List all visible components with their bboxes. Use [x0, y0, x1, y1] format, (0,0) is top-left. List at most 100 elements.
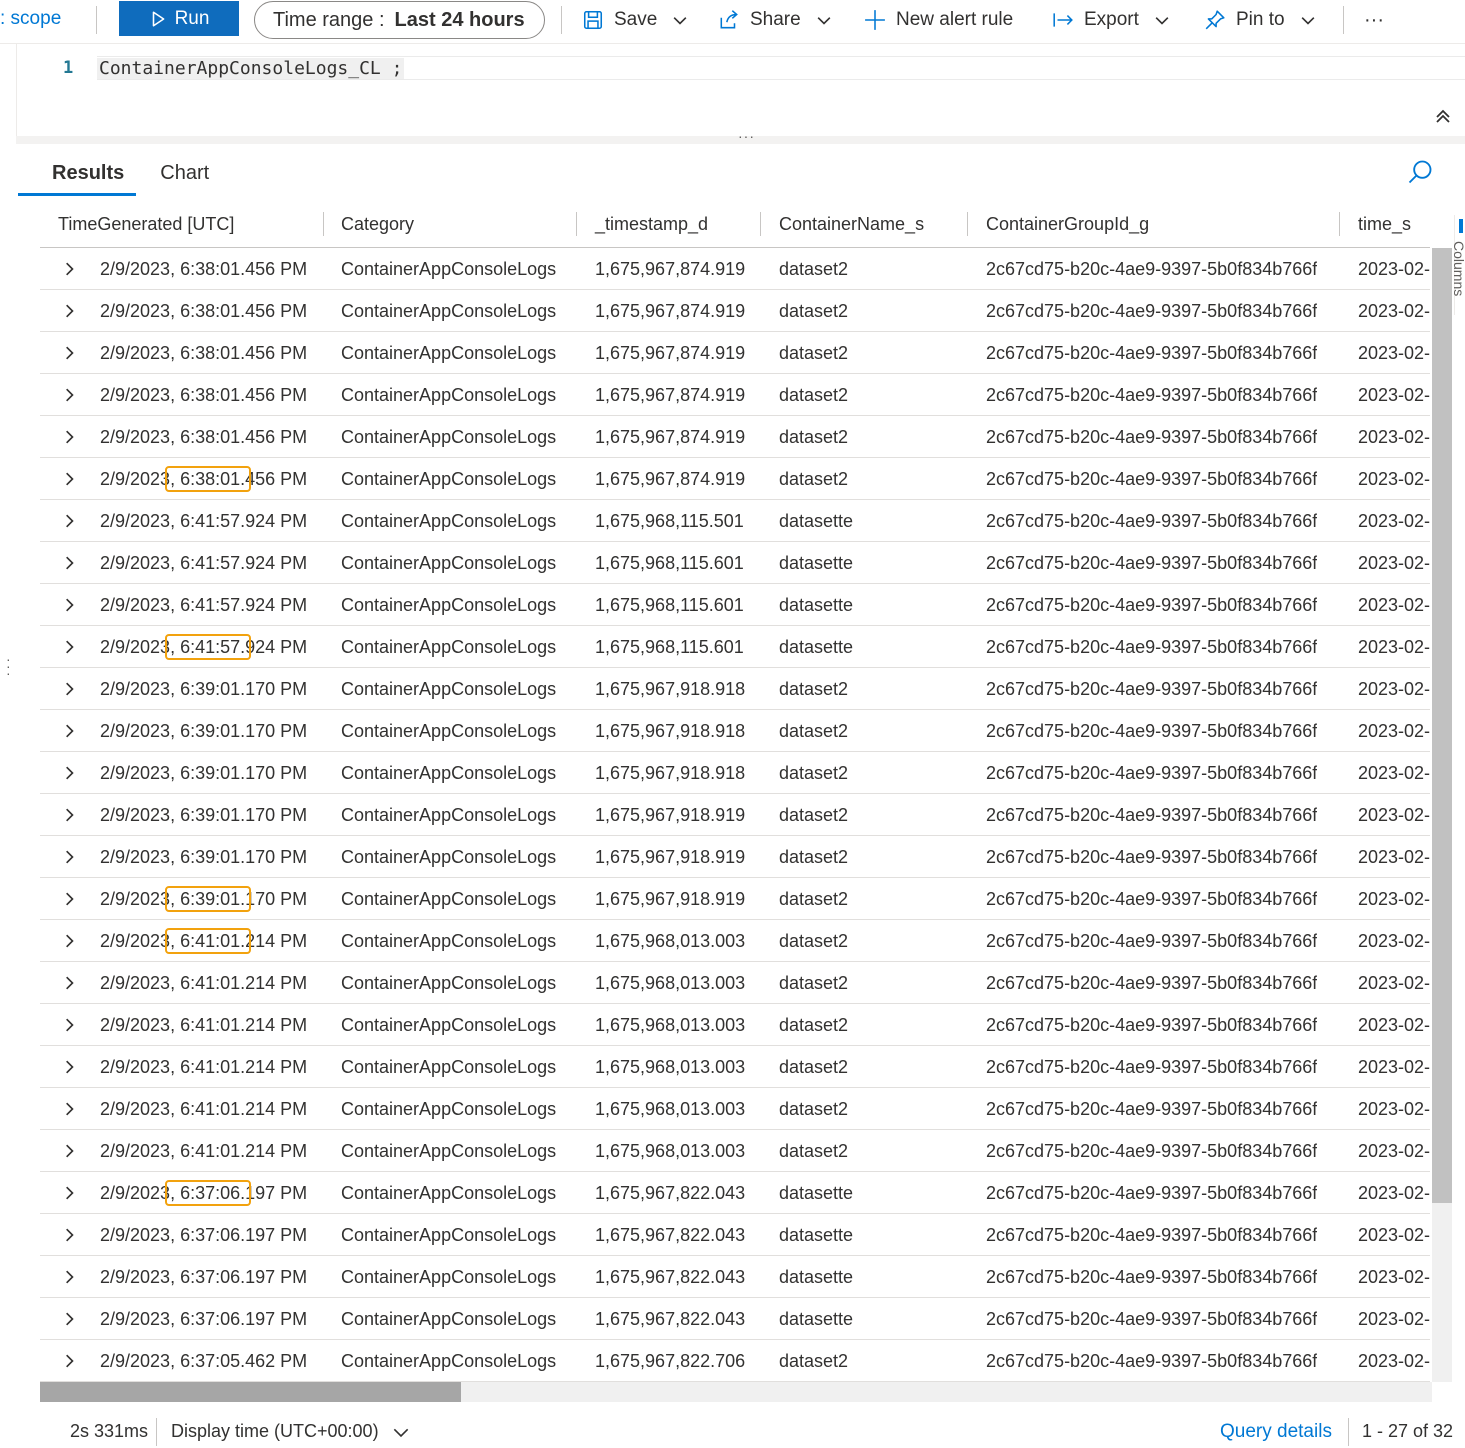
table-row[interactable]: 2/9/2023, 6:38:01.456 PM ContainerAppCons…: [40, 458, 1430, 500]
cell-containername: dataset2: [779, 469, 849, 489]
column-resizer[interactable]: [576, 212, 577, 236]
chevron-right-icon[interactable]: [62, 892, 76, 906]
table-row[interactable]: 2/9/2023, 6:37:06.197 PM ContainerAppCons…: [40, 1214, 1430, 1256]
column-resizer[interactable]: [1339, 212, 1340, 236]
table-row[interactable]: 2/9/2023, 6:41:01.214 PM ContainerAppCons…: [40, 962, 1430, 1004]
chevron-right-icon[interactable]: [62, 766, 76, 780]
table-row[interactable]: 2/9/2023, 6:39:01.170 PM ContainerAppCons…: [40, 668, 1430, 710]
more-actions-button[interactable]: ···: [1364, 4, 1384, 36]
run-button[interactable]: Run: [119, 1, 239, 36]
table-row[interactable]: 2/9/2023, 6:41:01.214 PM ContainerAppCons…: [40, 1130, 1430, 1172]
query-text[interactable]: ContainerAppConsoleLogs_CL ;: [97, 58, 405, 79]
vertical-scrollbar[interactable]: [1432, 248, 1452, 1382]
chevron-right-icon[interactable]: [62, 514, 76, 528]
table-row[interactable]: 2/9/2023, 6:41:01.214 PM ContainerAppCons…: [40, 1004, 1430, 1046]
chevron-right-icon[interactable]: [62, 1018, 76, 1032]
table-row[interactable]: 2/9/2023, 6:38:01.456 PM ContainerAppCons…: [40, 332, 1430, 374]
chevron-right-icon[interactable]: [62, 304, 76, 318]
table-row[interactable]: 2/9/2023, 6:37:06.197 PM ContainerAppCons…: [40, 1256, 1430, 1298]
chevron-right-icon[interactable]: [62, 1102, 76, 1116]
horizontal-scrollbar[interactable]: [40, 1382, 1432, 1402]
table-row[interactable]: 2/9/2023, 6:41:57.924 PM ContainerAppCons…: [40, 626, 1430, 668]
vertical-scroll-thumb[interactable]: [1432, 248, 1452, 1203]
splitter-handle[interactable]: ···: [738, 128, 755, 144]
pin-to-button[interactable]: Pin to: [1204, 4, 1315, 36]
chevron-right-icon[interactable]: [62, 346, 76, 360]
cell-containergroupid: 2c67cd75-b20c-4ae9-9397-5b0f834b766f: [986, 763, 1318, 783]
chevron-right-icon[interactable]: [62, 1060, 76, 1074]
chevron-right-icon[interactable]: [62, 598, 76, 612]
column-resizer[interactable]: [967, 212, 968, 236]
column-resizer[interactable]: [760, 212, 761, 236]
chevron-right-icon[interactable]: [62, 430, 76, 444]
chevron-right-icon[interactable]: [62, 640, 76, 654]
table-row[interactable]: 2/9/2023, 6:37:06.197 PM ContainerAppCons…: [40, 1172, 1430, 1214]
cell-containername: dataset2: [779, 427, 849, 447]
cell-time-s: 2023-02-: [1358, 1057, 1430, 1077]
table-row[interactable]: 2/9/2023, 6:41:01.214 PM ContainerAppCons…: [40, 1088, 1430, 1130]
side-panel-handle[interactable]: · · ·: [6, 652, 11, 680]
chevron-right-icon[interactable]: [62, 388, 76, 402]
chevron-right-icon[interactable]: [62, 1354, 76, 1368]
cell-category: ContainerAppConsoleLogs: [341, 721, 557, 741]
save-button[interactable]: Save: [582, 4, 687, 36]
table-row[interactable]: 2/9/2023, 6:39:01.170 PM ContainerAppCons…: [40, 836, 1430, 878]
cell-timestamp: 1,675,968,013.003: [595, 1141, 746, 1161]
export-button[interactable]: Export: [1052, 4, 1169, 36]
query-editor[interactable]: 1 ContainerAppConsoleLogs_CL ;: [16, 44, 1465, 136]
table-row[interactable]: 2/9/2023, 6:39:01.170 PM ContainerAppCons…: [40, 710, 1430, 752]
chevron-right-icon[interactable]: [62, 1144, 76, 1158]
table-row[interactable]: 2/9/2023, 6:38:01.456 PM ContainerAppCons…: [40, 248, 1430, 290]
chevron-right-icon[interactable]: [62, 976, 76, 990]
column-header-time-s[interactable]: time_s: [1358, 200, 1411, 248]
chevron-right-icon[interactable]: [62, 1186, 76, 1200]
collapse-up-icon[interactable]: [1433, 106, 1453, 126]
new-alert-rule-button[interactable]: New alert rule: [864, 4, 1013, 36]
query-details-link[interactable]: Query details: [1220, 1421, 1332, 1443]
chevron-right-icon[interactable]: [62, 556, 76, 570]
chevron-right-icon[interactable]: [62, 262, 76, 276]
table-row[interactable]: 2/9/2023, 6:38:01.456 PM ContainerAppCons…: [40, 416, 1430, 458]
chevron-right-icon[interactable]: [62, 682, 76, 696]
table-row[interactable]: 2/9/2023, 6:38:01.456 PM ContainerAppCons…: [40, 290, 1430, 332]
chevron-right-icon[interactable]: [62, 1270, 76, 1284]
tab-results[interactable]: Results: [18, 150, 137, 196]
column-header-containergroupid[interactable]: ContainerGroupId_g: [986, 200, 1149, 248]
column-header-category[interactable]: Category: [341, 200, 414, 248]
column-header-timestamp[interactable]: _timestamp_d: [595, 200, 708, 248]
column-header-timegenerated[interactable]: TimeGenerated [UTC]: [58, 200, 234, 248]
code-line[interactable]: ContainerAppConsoleLogs_CL ;: [97, 56, 1465, 80]
table-row[interactable]: 2/9/2023, 6:37:06.197 PM ContainerAppCons…: [40, 1298, 1430, 1340]
cell-containergroupid: 2c67cd75-b20c-4ae9-9397-5b0f834b766f: [986, 1267, 1318, 1287]
column-header-containername[interactable]: ContainerName_s: [779, 200, 924, 248]
scope-link[interactable]: : scope: [0, 8, 61, 30]
tab-chart[interactable]: Chart: [160, 150, 221, 196]
table-row[interactable]: 2/9/2023, 6:39:01.170 PM ContainerAppCons…: [40, 794, 1430, 836]
table-row[interactable]: 2/9/2023, 6:39:01.170 PM ContainerAppCons…: [40, 878, 1430, 920]
table-row[interactable]: 2/9/2023, 6:41:57.924 PM ContainerAppCons…: [40, 584, 1430, 626]
columns-side-panel[interactable]: Columns: [1451, 215, 1465, 315]
share-button[interactable]: Share: [718, 4, 831, 36]
chevron-right-icon[interactable]: [62, 1312, 76, 1326]
chevron-right-icon[interactable]: [62, 1228, 76, 1242]
table-row[interactable]: 2/9/2023, 6:37:05.462 PM ContainerAppCons…: [40, 1340, 1430, 1382]
chevron-right-icon[interactable]: [62, 808, 76, 822]
chevron-right-icon[interactable]: [62, 850, 76, 864]
column-resizer[interactable]: [323, 212, 324, 236]
table-row[interactable]: 2/9/2023, 6:38:01.456 PM ContainerAppCons…: [40, 374, 1430, 416]
chevron-right-icon[interactable]: [62, 934, 76, 948]
cell-category: ContainerAppConsoleLogs: [341, 469, 557, 489]
table-row[interactable]: 2/9/2023, 6:41:01.214 PM ContainerAppCons…: [40, 1046, 1430, 1088]
search-icon[interactable]: [1406, 158, 1434, 186]
display-time-dropdown[interactable]: Display time (UTC+00:00): [171, 1421, 409, 1442]
cell-timestamp: 1,675,967,918.918: [595, 763, 746, 783]
time-range-picker[interactable]: Time range : Last 24 hours: [254, 1, 545, 39]
table-row[interactable]: 2/9/2023, 6:41:01.214 PM ContainerAppCons…: [40, 920, 1430, 962]
cell-time-s: 2023-02-: [1358, 847, 1430, 867]
table-row[interactable]: 2/9/2023, 6:41:57.924 PM ContainerAppCons…: [40, 500, 1430, 542]
chevron-right-icon[interactable]: [62, 724, 76, 738]
chevron-right-icon[interactable]: [62, 472, 76, 486]
table-row[interactable]: 2/9/2023, 6:41:57.924 PM ContainerAppCons…: [40, 542, 1430, 584]
table-row[interactable]: 2/9/2023, 6:39:01.170 PM ContainerAppCons…: [40, 752, 1430, 794]
horizontal-scroll-thumb[interactable]: [40, 1382, 461, 1402]
